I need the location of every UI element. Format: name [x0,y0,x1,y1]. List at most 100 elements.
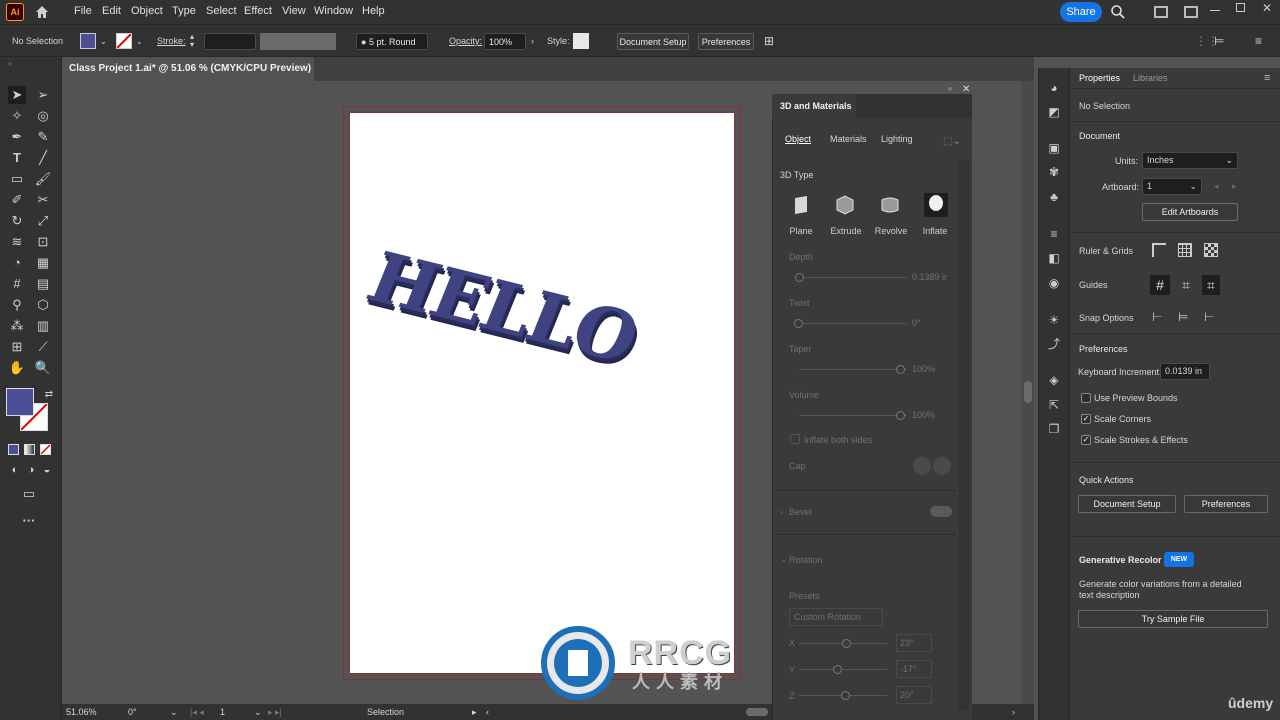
free-transform-icon[interactable]: ⊡ [34,233,52,251]
blend-tool-icon[interactable]: ⬡ [34,296,52,314]
stroke-swatch[interactable] [116,33,132,49]
color-panel-icon[interactable]: ☀ [1046,312,1062,328]
menu-window[interactable]: Window [314,0,353,24]
lasso-icon[interactable]: ◎ [34,107,52,125]
share-button[interactable]: Share [1060,2,1102,22]
workspace-icon[interactable] [1184,6,1198,18]
document-setup-button[interactable]: Document Setup [617,33,689,50]
next-artboard-arrow-icon[interactable]: ▸ [1232,181,1237,192]
align-icon[interactable]: ⊨ [1214,33,1224,50]
edit-toolbar-icon[interactable]: ··· [20,512,38,530]
cap-off-icon[interactable] [933,457,951,475]
stroke-stepper-icon[interactable]: ▴ ▾ [190,33,202,50]
taper-knob[interactable] [896,365,905,374]
y-input[interactable]: -17° [896,660,932,678]
graph-tool-icon[interactable]: ▥ [34,317,52,335]
variable-width-profile[interactable] [260,33,336,50]
snap-point-icon[interactable]: ⊢ [1152,310,1162,324]
zoom-chevron-icon[interactable]: ⌄ [170,704,178,720]
selection-tool-icon[interactable]: ➤ [8,86,26,104]
bevel-toggle[interactable] [930,506,952,517]
x-input[interactable]: 23° [896,634,932,652]
use-preview-bounds-checkbox[interactable] [1081,393,1091,403]
tab-libraries[interactable]: Libraries [1133,73,1168,83]
zoom-level[interactable]: 51.06% [66,704,97,720]
export-icon[interactable]: ⤴ [1046,336,1062,352]
zoom-tool-icon[interactable]: 🔍 [34,359,52,377]
twist-slider[interactable] [799,323,907,324]
tab-object[interactable]: Object [785,134,811,144]
volume-value[interactable]: 100% [912,410,935,420]
magic-wand-icon[interactable]: ✧ [8,107,26,125]
next-artboard-icon[interactable]: ▸ ▸| [268,704,282,720]
properties-menu-icon[interactable]: ≡ [1264,72,1270,84]
puppet-warp-icon[interactable]: ✾ [1046,164,1062,180]
render-icon[interactable]: ⬚⌄ [943,136,961,147]
depth-knob[interactable] [795,273,804,282]
scroll-thumb[interactable] [1024,381,1032,403]
close-window-icon[interactable]: ✕ [1262,1,1272,15]
type-tool-icon[interactable]: T [8,149,26,167]
quick-document-setup-button[interactable]: Document Setup [1078,495,1176,513]
menu-view[interactable]: View [282,0,306,24]
stroke-label[interactable]: Stroke: [157,33,186,50]
menu-effect[interactable]: Effect [244,0,272,24]
paintbrush-icon[interactable]: 🖌 [34,170,52,188]
menu-object[interactable]: Object [131,0,163,24]
rectangle-tool-icon[interactable]: ▭ [8,170,26,188]
lock-guides-icon[interactable]: ⌗ [1178,275,1194,295]
edit-artboards-button[interactable]: Edit Artboards [1142,203,1238,221]
transparency-icon[interactable]: ◧ [1046,250,1062,266]
panel-menu-icon[interactable]: ≡ [1255,33,1262,50]
gradient-tool-icon[interactable]: ▤ [34,275,52,293]
layers-icon[interactable]: ◈ [1046,372,1062,388]
status-play-icon[interactable]: ▸ [472,704,477,720]
opacity-label[interactable]: Opacity: [449,33,482,50]
artboard-tool-icon[interactable]: ⊞ [8,338,26,356]
3d-panel-scrollbar[interactable] [959,160,969,710]
eyedropper-icon[interactable]: ⚲ [8,296,26,314]
horizontal-scroll-thumb[interactable] [746,708,768,716]
restore-icon[interactable] [1236,3,1245,12]
tab-materials[interactable]: Materials [830,134,867,144]
mesh-tool-icon[interactable]: # [8,275,26,293]
arrange-documents-icon[interactable] [1154,6,1168,18]
artboards-icon[interactable]: ❐ [1046,421,1062,437]
stroke-chevron-icon[interactable]: ⌄ [136,33,143,50]
tools-collapse-icon[interactable]: » [8,61,12,68]
search-icon[interactable] [1110,4,1126,20]
document-tab[interactable]: Class Project 1.ai* @ 51.06 % (CMYK/CPU … [62,57,314,98]
prev-artboard-icon[interactable]: ◂ [1214,181,1219,192]
depth-value[interactable]: 0.1389 ir [912,272,947,282]
scale-corners-checkbox[interactable]: ✓ [1081,414,1091,424]
cap-on-icon[interactable] [913,457,931,475]
rotation-chevron-icon[interactable]: ⌄ [780,554,788,565]
volume-knob[interactable] [896,411,905,420]
swap-colors-icon[interactable]: ⇄ [40,386,58,404]
stroke-weight-dropdown[interactable] [204,33,256,50]
smart-guides-icon[interactable]: ⌗ [1202,275,1220,295]
scroll-right-icon[interactable]: › [1012,704,1015,720]
home-icon[interactable] [34,4,50,20]
volume-slider[interactable] [799,415,907,416]
shaper-tool-icon[interactable]: ✐ [8,191,26,209]
scale-strokes-checkbox[interactable]: ✓ [1081,435,1091,445]
image-trace-icon[interactable]: ▣ [1046,140,1062,156]
asset-export-icon[interactable]: ⇱ [1046,397,1062,413]
brush-dropdown[interactable]: ● 5 pt. Round [356,33,428,50]
grid-icon[interactable] [1178,243,1192,257]
fill-color-box[interactable] [6,388,34,416]
menu-select[interactable]: Select [206,0,237,24]
extrude-icon[interactable] [834,194,856,216]
close-panel-icon[interactable]: ✕ [962,84,970,95]
twist-knob[interactable] [794,319,803,328]
scale-tool-icon[interactable]: ⤢ [34,212,52,230]
draw-inside-icon[interactable]: ◒ [38,461,56,479]
units-dropdown[interactable]: Inches ⌄ [1142,152,1238,169]
symbol-sprayer-icon[interactable]: ⁂ [8,317,26,335]
taper-slider[interactable] [799,369,907,370]
direct-selection-tool-icon[interactable]: ➢ [34,86,52,104]
snap-glyph-icon[interactable]: ⊢ [1204,310,1214,324]
inflate-both-checkbox[interactable] [790,434,800,444]
first-artboard-icon[interactable]: |◂ ◂ [190,704,204,720]
